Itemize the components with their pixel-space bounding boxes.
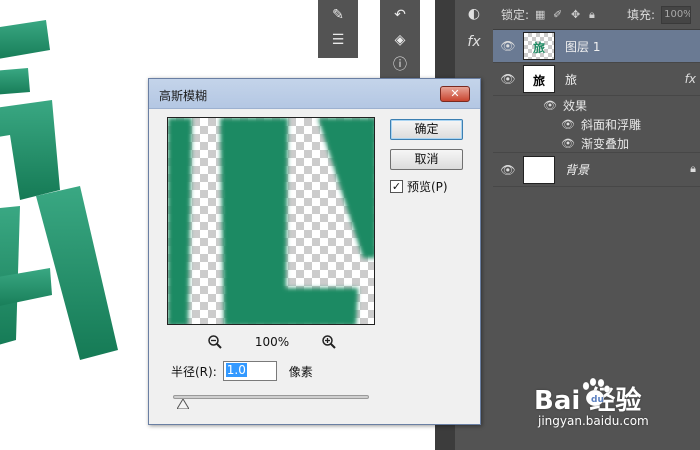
visibility-eye-icon[interactable]: 👁︎ [493,39,523,53]
visibility-eye-icon[interactable]: 👁︎ [561,137,575,150]
layer-name: 背景 [565,163,590,177]
layer-name: 旅 [565,72,578,87]
baidu-watermark: Bai 经验 du jingyan.baidu.com [534,376,694,436]
lock-pixels-icon[interactable]: ✐ [553,8,565,21]
fx-badge[interactable]: fx [685,72,696,86]
preview-checkbox-row[interactable]: ✓ 预览(P) [390,178,448,195]
blur-preview[interactable] [167,117,375,325]
layer-thumbnail [523,155,555,184]
layer-thumbnail: 旅 [523,65,555,93]
text-artwork [0,20,118,360]
sliders-tool-icon[interactable]: ☰ [328,30,348,50]
lock-label: 锁定: [501,8,530,22]
lock-transparency-icon[interactable]: ▦ [535,8,547,21]
zoom-row: 100% [207,333,337,351]
info-icon[interactable]: ⓘ [390,55,410,75]
thumbnail-glyph: 旅 [533,41,546,55]
thumbnail-glyph: 旅 [533,74,546,88]
radius-input[interactable]: 1.0 [222,361,277,381]
dialog-body: 确定 取消 ✓ 预览(P) 100% 半径(R): 1.0 像素 [149,109,480,424]
visibility-eye-icon[interactable]: 👁︎ [493,72,523,86]
svg-text:du: du [591,395,604,405]
radius-slider-track[interactable] [173,395,369,399]
layer-name: 图层 1 [565,39,601,54]
effect-name: 渐变叠加 [580,136,629,151]
unit-label: 像素 [288,364,313,379]
watermark-url: jingyan.baidu.com [538,414,649,428]
layer-row-text[interactable]: 👁︎ 旅 旅 fx [493,63,700,96]
layer-row-background[interactable]: 👁︎ 背景 🔒︎ [493,153,700,187]
dialog-titlebar[interactable]: 高斯模糊 ✕ [149,79,480,109]
lock-icon: 🔒︎ [690,162,696,175]
zoom-level: 100% [254,335,290,349]
adjustment-icon[interactable]: ◐ [455,0,493,28]
effects-row[interactable]: 👁︎ 效果 [493,96,700,115]
effects-label: 效果 [562,99,587,113]
preview-checkbox[interactable]: ✓ [390,180,403,193]
close-button[interactable]: ✕ [440,86,470,102]
paw-logo-icon: du [582,377,611,407]
radius-row: 半径(R): 1.0 像素 [171,361,313,381]
cancel-button[interactable]: 取消 [390,149,463,170]
radius-value: 1.0 [225,363,247,377]
fill-input[interactable]: 100% [661,5,692,24]
3d-cube-icon[interactable]: ◈ [390,30,410,50]
history-icon[interactable]: ↶ [390,5,410,25]
visibility-eye-icon[interactable]: 👁︎ [561,118,575,131]
effect-row-gradient[interactable]: 👁︎ 渐变叠加 [493,134,700,153]
brush-tool-icon[interactable]: ✎ [328,5,348,25]
visibility-eye-icon[interactable]: 👁︎ [493,163,523,177]
fx-icon[interactable]: fx [455,28,493,56]
gaussian-blur-dialog: 高斯模糊 ✕ 确定 取消 ✓ 预览(P) 100% 半径(R): 1.0 像素 [148,78,481,425]
tool-strip-top: ✎ ☰ [318,0,358,58]
visibility-eye-icon[interactable]: 👁︎ [543,99,557,112]
preview-artwork [168,118,374,324]
lock-position-icon[interactable]: ✥ [571,8,583,21]
lock-all-icon[interactable]: 🔒︎ [589,8,601,21]
zoom-in-icon[interactable] [321,334,337,350]
radius-label: 半径(R): [171,364,217,379]
effect-row-bevel[interactable]: 👁︎ 斜面和浮雕 [493,115,700,134]
preview-label: 预览(P) [407,180,448,194]
layer-row-layer1[interactable]: 👁︎ 旅 图层 1 [493,30,700,63]
lock-row: 锁定: ▦ ✐ ✥ 🔒︎ 填充: 100% [493,0,700,30]
effect-name: 斜面和浮雕 [580,118,641,132]
radius-slider-thumb[interactable] [177,399,189,409]
zoom-out-icon[interactable] [207,334,223,350]
fill-label: 填充: [627,8,656,22]
ok-button[interactable]: 确定 [390,119,463,140]
layer-thumbnail: 旅 [523,32,555,60]
dialog-title: 高斯模糊 [159,89,208,103]
